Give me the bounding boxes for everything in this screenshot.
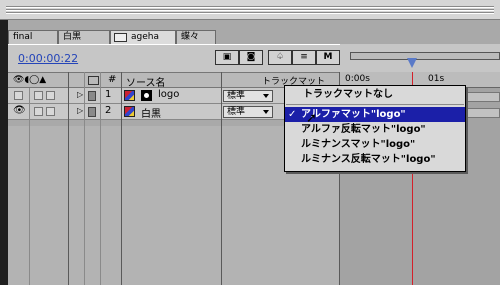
ruler-label-start: 0:00s <box>345 74 370 84</box>
window-title-bar[interactable] <box>0 0 500 20</box>
column-divider <box>121 72 122 285</box>
tab-label: 蝶々 <box>181 32 200 42</box>
footage-icon <box>124 106 135 117</box>
checkmark-icon: ✓ <box>288 109 297 120</box>
work-area-bar[interactable] <box>350 52 500 60</box>
mouse-cursor-icon: ➚ <box>306 111 317 126</box>
tab-label: final <box>13 32 33 42</box>
source-name-column-header[interactable]: ソース名 <box>126 74 166 89</box>
window-left-edge <box>0 20 8 285</box>
composition-icon <box>114 33 127 42</box>
label-color-swatch[interactable] <box>88 91 96 101</box>
tab-shirokuro[interactable]: 白黒 <box>58 30 110 44</box>
tab-label: ageha <box>131 32 159 42</box>
comp-tab-strip: final 白黒 ageha 蝶々 <box>8 30 500 44</box>
layer-name[interactable]: logo <box>158 89 179 100</box>
footage-icon <box>124 90 135 101</box>
layer-duration-bar-2[interactable] <box>466 108 500 118</box>
chevron-down-icon <box>263 94 269 98</box>
menu-item-label: ルミナンス反転マット"logo" <box>301 154 436 165</box>
menu-item-no-track-matte[interactable]: トラックマットなし <box>285 87 465 102</box>
expand-triangle-icon[interactable]: ▷ <box>77 106 83 115</box>
column-divider <box>68 72 69 285</box>
av-switch-icons: 👁◖◯▲ <box>13 75 47 85</box>
tab-final[interactable]: final <box>8 30 58 44</box>
chevron-down-icon <box>263 110 269 114</box>
layer-number: 1 <box>105 89 112 100</box>
tab-label: 白黒 <box>63 32 82 42</box>
menu-item-luma-inverted-matte[interactable]: ルミナンス反転マット"logo" <box>285 152 465 167</box>
title-bar-stripes <box>6 5 494 14</box>
menu-item-luma-matte[interactable]: ルミナンスマット"logo" <box>285 137 465 152</box>
column-divider <box>221 72 222 285</box>
solo-toggle[interactable] <box>46 91 55 100</box>
switch-divider <box>29 88 30 285</box>
number-column-header: # <box>108 74 117 85</box>
layer-number: 2 <box>105 105 112 116</box>
blend-mode-select[interactable]: 標準 <box>223 90 273 102</box>
tab-chouchou[interactable]: 蝶々 <box>176 30 216 44</box>
label-column-icon <box>88 76 99 85</box>
layer-duration-bar-1[interactable] <box>466 92 500 102</box>
layer-thumbnail <box>141 90 152 101</box>
expand-triangle-icon[interactable]: ▷ <box>77 90 83 99</box>
video-toggle-empty[interactable] <box>14 91 23 100</box>
menu-divider <box>286 104 464 105</box>
resolution-icon[interactable]: ▣ <box>215 50 239 65</box>
menu-item-label: アルファ反転マット"logo" <box>301 124 426 135</box>
eye-icon[interactable]: 👁 <box>13 105 26 116</box>
label-color-swatch[interactable] <box>88 107 96 117</box>
menu-item-label: ルミナンスマット"logo" <box>301 139 416 150</box>
shy-icon[interactable]: ◙ <box>239 50 263 65</box>
solo-toggle[interactable] <box>46 107 55 116</box>
draft-3d-icon[interactable]: ♤ <box>268 50 292 65</box>
switch-divider <box>100 72 101 285</box>
current-time-display[interactable]: 0:00:00:22 <box>18 52 78 65</box>
track-matte-menu[interactable]: トラックマットなし ✓ アルファマット"logo" アルファ反転マット"logo"… <box>284 85 466 172</box>
blend-mode-select[interactable]: 標準 <box>223 106 273 118</box>
tab-ageha[interactable]: ageha <box>110 30 176 44</box>
switch-divider <box>84 72 85 285</box>
menu-item-label: トラックマットなし <box>303 89 393 100</box>
frame-blend-icon[interactable]: ≡ <box>292 50 316 65</box>
lock-toggle[interactable] <box>34 91 43 100</box>
blend-mode-value: 標準 <box>227 107 246 117</box>
lock-toggle[interactable] <box>34 107 43 116</box>
blend-mode-value: 標準 <box>227 91 246 101</box>
layer-name[interactable]: 白黒 <box>141 105 161 120</box>
ruler-label-1s: 01s <box>428 74 445 84</box>
motion-blur-icon[interactable]: M <box>316 50 340 65</box>
